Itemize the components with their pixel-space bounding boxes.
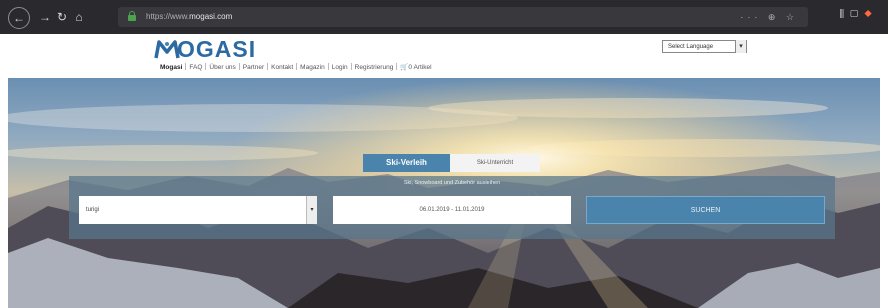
nav-item-registrierung[interactable]: Registrierung xyxy=(352,63,397,72)
date-range-field[interactable]: 06.01.2019 - 11.01.2019 xyxy=(333,196,571,224)
nav-item-login[interactable]: Login xyxy=(329,63,351,72)
toolbar-right-icons[interactable]: ⫼▢◆ xyxy=(840,9,879,20)
chevron-down-icon[interactable]: ▾ xyxy=(306,196,317,224)
home-icon[interactable]: ⌂ xyxy=(71,9,87,25)
location-value: turigi xyxy=(86,207,100,213)
tab-ski-unterricht[interactable]: Ski-Unterricht xyxy=(450,154,540,172)
url-text[interactable]: https://www.mogasi.com xyxy=(146,10,232,24)
search-panel: Ski, Snowboard und Zubehör ausleihen tur… xyxy=(69,176,835,239)
nav-item-cart[interactable]: 🛒0 Artikel xyxy=(397,63,434,72)
sidebar-icon[interactable]: ▢ xyxy=(850,9,864,20)
library-icon[interactable]: ⫼ xyxy=(840,9,851,20)
search-button[interactable]: SUCHEN xyxy=(586,196,825,224)
browser-toolbar: ← → ↻ ⌂ https://www.mogasi.com ··· ⊕ ☆ ⫼… xyxy=(0,0,888,34)
language-select-label: Select Language xyxy=(668,44,714,50)
chevron-down-icon[interactable]: ▾ xyxy=(735,40,746,53)
reload-icon[interactable]: ↻ xyxy=(54,9,70,25)
address-bar[interactable]: https://www.mogasi.com ··· ⊕ ☆ xyxy=(118,7,808,27)
logo-text: OGASI xyxy=(177,36,257,62)
firefox-icon[interactable]: ◆ xyxy=(864,9,878,20)
forward-arrow-icon[interactable]: → xyxy=(37,9,53,25)
tab-ski-verleih[interactable]: Ski-Verleih xyxy=(363,154,450,172)
top-navigation: Mogasi FAQ Über uns Partner Kontakt Magazin Lo… xyxy=(157,63,435,72)
mogasi-logo[interactable]: OGASI xyxy=(154,36,257,62)
search-hint: Ski, Snowboard und Zubehör ausleihen xyxy=(403,180,501,186)
nav-item-ueber-uns[interactable]: Über uns xyxy=(206,63,238,72)
nav-item-magazin[interactable]: Magazin xyxy=(297,63,328,72)
location-select[interactable]: turigi ▾ xyxy=(79,196,317,224)
nav-item-faq[interactable]: FAQ xyxy=(186,63,205,72)
back-arrow-icon[interactable]: ← xyxy=(8,7,30,29)
nav-item-mogasi[interactable]: Mogasi xyxy=(157,63,185,72)
lock-icon xyxy=(128,11,136,21)
site-header: OGASI Mogasi FAQ Über uns Partner Kontakt Mag… xyxy=(0,34,888,78)
language-select[interactable]: Select Language ▾ xyxy=(662,40,747,53)
nav-item-kontakt[interactable]: Kontakt xyxy=(268,63,296,72)
nav-item-partner[interactable]: Partner xyxy=(240,63,267,72)
page-actions-icons[interactable]: ··· ⊕ ☆ xyxy=(740,10,798,24)
hero-banner: Ski-Verleih Ski-Unterricht Ski, Snowboar… xyxy=(8,78,880,308)
